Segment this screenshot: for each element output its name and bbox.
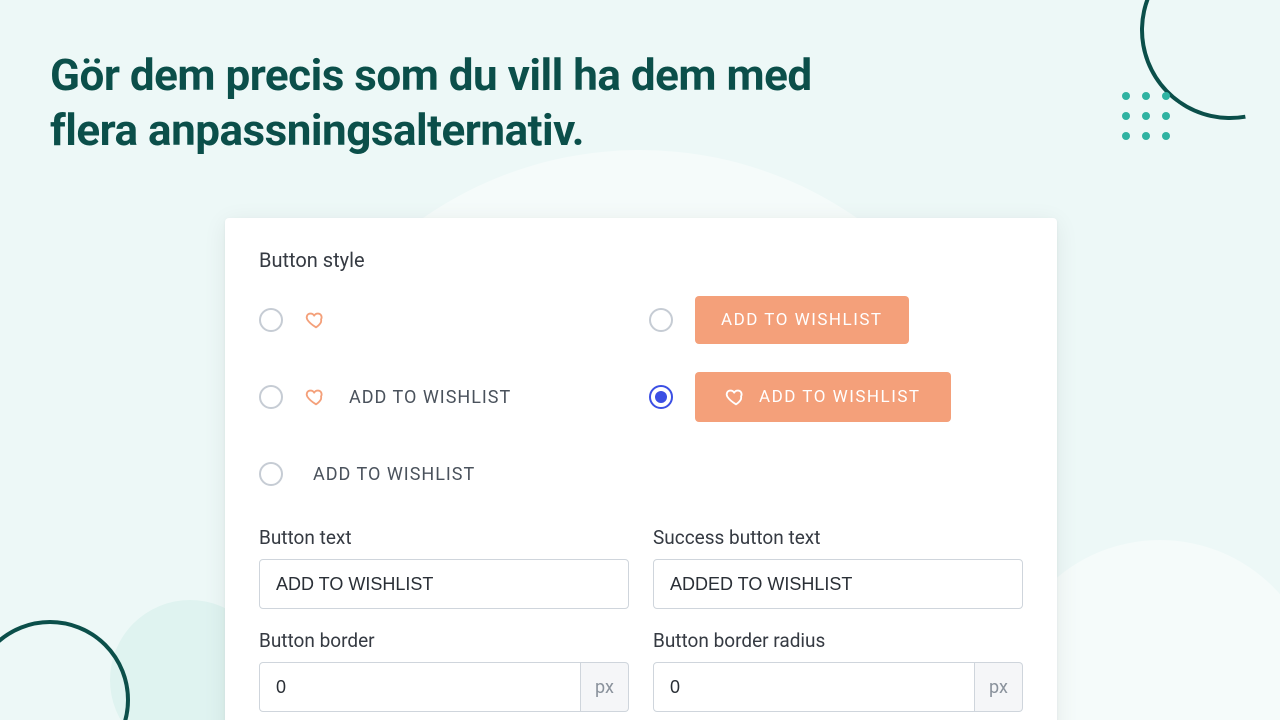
input-border-radius[interactable] [653,662,975,712]
preview-solid-text-button: ADD TO WISHLIST [695,296,909,344]
style-option-solid-text[interactable]: ADD TO WISHLIST [649,296,1023,344]
decorative-circle-icon [0,620,130,720]
style-option-icon-only[interactable] [259,296,649,344]
field-border: Button border px [259,629,629,712]
label-success-text: Success button text [653,526,1023,549]
preview-icon-text-plain-label: ADD TO WISHLIST [349,387,511,408]
border-fields-row: Button border px Button border radius px [259,629,1023,712]
preview-solid-icon-text-label: ADD TO WISHLIST [759,387,921,407]
radio-solid-text[interactable] [649,308,673,332]
radio-solid-icon-text[interactable] [649,385,673,409]
style-option-icon-text-plain[interactable]: ADD TO WISHLIST [259,372,649,422]
suffix-px: px [581,662,629,712]
page-headline: Gör dem precis som du vill ha dem med fl… [50,48,830,158]
label-border-radius: Button border radius [653,629,1023,652]
radio-text-plain[interactable] [259,462,283,486]
radio-icon-only[interactable] [259,308,283,332]
preview-text-plain-label: ADD TO WISHLIST [313,464,475,485]
heart-icon [725,386,747,408]
field-button-text: Button text [259,526,629,609]
section-title-button-style: Button style [259,248,1023,272]
field-border-radius: Button border radius px [653,629,1023,712]
input-success-text[interactable] [653,559,1023,609]
radio-icon-text-plain[interactable] [259,385,283,409]
heart-icon [305,386,327,408]
settings-panel: Button style ADD TO WISHLIST ADD TO WISH… [225,218,1057,720]
text-fields-row: Button text Success button text [259,526,1023,609]
button-style-options: ADD TO WISHLIST ADD TO WISHLIST ADD TO W… [259,296,1023,498]
preview-solid-icon-text-button: ADD TO WISHLIST [695,372,951,422]
label-button-text: Button text [259,526,629,549]
input-button-text[interactable] [259,559,629,609]
preview-solid-text-label: ADD TO WISHLIST [721,310,883,330]
suffix-px: px [975,662,1023,712]
label-border: Button border [259,629,629,652]
input-border[interactable] [259,662,581,712]
heart-icon [305,309,327,331]
style-option-solid-icon-text[interactable]: ADD TO WISHLIST [649,372,1023,422]
style-option-text-plain[interactable]: ADD TO WISHLIST [259,450,649,498]
field-success-text: Success button text [653,526,1023,609]
dot-grid-icon [1122,92,1170,140]
